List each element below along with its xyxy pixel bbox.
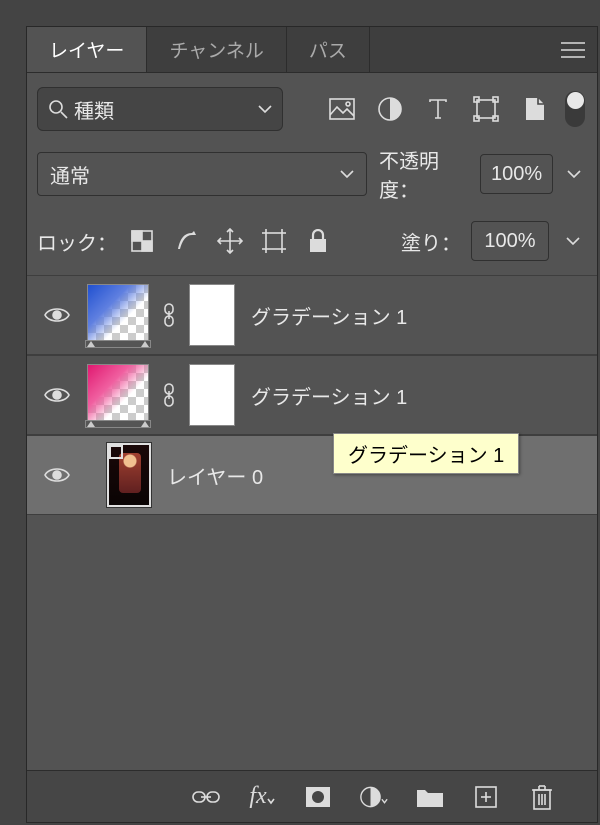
filter-shape-icon[interactable] [473,96,499,122]
layer-mask-thumbnail[interactable] [189,364,235,426]
layer-row[interactable]: グラデーション 1 [27,355,597,435]
layer-name: グラデーション 1 [251,301,407,330]
layer-thumbnail[interactable] [87,364,149,426]
panel-tabs: レイヤー チャンネル パス [27,27,597,73]
opacity-label: 不透明度： [379,145,472,203]
link-icon [159,383,179,407]
blend-row: 通常 不透明度： 100% [27,141,597,211]
layer-name: グラデーション 1 [251,381,407,410]
filter-smartobject-icon[interactable] [521,96,547,122]
blend-mode-value: 通常 [50,160,90,189]
layer-thumbnail[interactable] [87,284,149,346]
lock-artboard-icon[interactable] [261,228,287,254]
lock-row: ロック： 塗り： 100% [27,211,597,275]
panel-menu-icon[interactable] [561,27,585,73]
blend-mode-select[interactable]: 通常 [37,152,367,196]
add-mask-icon[interactable] [304,783,332,811]
opacity-dropdown[interactable] [561,154,587,194]
new-group-icon[interactable] [416,783,444,811]
chevron-down-icon [566,236,580,246]
delete-layer-icon[interactable] [528,783,556,811]
layer-mask-thumbnail[interactable] [189,284,235,346]
filter-row: 種類 [27,73,597,141]
fill-dropdown[interactable] [559,221,587,261]
layer-filter-select[interactable]: 種類 [37,87,283,131]
chevron-down-icon [258,104,272,114]
chevron-down-icon [340,169,354,179]
layers-panel: レイヤー チャンネル パス 種類 [26,26,598,823]
lock-position-icon[interactable] [217,228,243,254]
adjustment-layer-icon[interactable] [360,783,388,811]
chevron-down-icon [567,169,581,179]
opacity-input[interactable]: 100% [480,154,553,194]
layers-list: グラデーション 1 グラデーション 1 レイヤー 0 [27,275,597,515]
visibility-toggle[interactable] [37,465,77,485]
filter-pixel-icon[interactable] [329,96,355,122]
lock-transparency-icon[interactable] [129,228,155,254]
filter-type-icon[interactable] [425,96,451,122]
toggle-knob [567,92,584,109]
new-layer-icon[interactable] [472,783,500,811]
search-icon [48,99,68,119]
tab-layers[interactable]: レイヤー [27,27,147,72]
link-icon [159,303,179,327]
link-layers-icon[interactable] [192,783,220,811]
lock-all-icon[interactable] [305,228,331,254]
filter-adjustment-icon[interactable] [377,96,403,122]
tab-paths[interactable]: パス [287,27,370,72]
fill-input[interactable]: 100% [471,221,549,261]
lock-label: ロック： [37,227,117,256]
layer-row[interactable]: グラデーション 1 [27,275,597,355]
visibility-toggle[interactable] [37,385,77,405]
filter-label: 種類 [74,95,114,124]
tab-channels[interactable]: チャンネル [147,27,286,72]
layer-thumbnail[interactable] [107,443,151,507]
tooltip: グラデーション 1 [333,433,519,474]
layers-bottom-toolbar: fx [27,770,597,822]
layer-effects-icon[interactable]: fx [248,783,276,811]
layer-name: レイヤー 0 [167,461,263,490]
filter-toggle[interactable] [565,91,585,127]
lock-image-icon[interactable] [173,228,199,254]
fill-label: 塗り： [401,227,461,256]
visibility-toggle[interactable] [37,305,77,325]
